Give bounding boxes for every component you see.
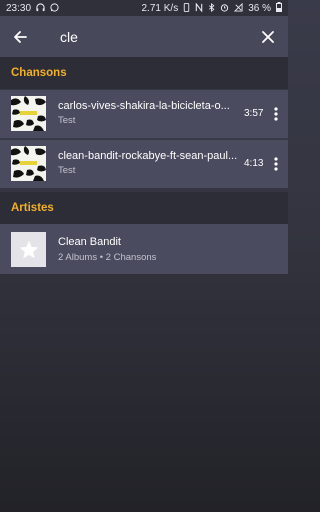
- album-art: [11, 96, 46, 131]
- album-art: [11, 146, 46, 181]
- song-more-button[interactable]: [268, 152, 284, 176]
- song-row[interactable]: clean-bandit-rockabye-ft-sean-paul... Te…: [0, 140, 288, 188]
- song-duration: 3:57: [244, 108, 264, 119]
- artist-name: Clean Bandit: [58, 236, 121, 248]
- song-text: carlos-vives-shakira-la-bicicleta-o... T…: [58, 99, 238, 127]
- song-title: carlos-vives-shakira-la-bicicleta-o...: [58, 100, 230, 112]
- headphones-icon: [36, 2, 45, 14]
- song-title: clean-bandit-rockabye-ft-sean-paul...: [58, 150, 238, 162]
- song-album: Test: [58, 115, 76, 126]
- search-bar: [0, 16, 288, 57]
- status-right: 2.71 K/s 36 %: [141, 1, 282, 14]
- battery-icon: [276, 2, 282, 14]
- clear-search-button[interactable]: [248, 16, 288, 57]
- artist-avatar: [11, 232, 46, 267]
- album-cover-image: [11, 96, 46, 131]
- status-left: 23:30: [6, 3, 59, 14]
- status-speed: 2.71 K/s: [141, 2, 179, 14]
- no-signal-icon: [234, 2, 243, 14]
- song-duration: 4:13: [244, 158, 264, 169]
- song-album: Test: [58, 165, 76, 176]
- songs-section-header: Chansons: [0, 57, 288, 89]
- album-cover-image: [11, 146, 46, 181]
- star-icon: [19, 240, 38, 258]
- more-vertical-icon: [274, 107, 278, 121]
- close-icon: [262, 30, 274, 43]
- status-bar: 23:30 2.71 K/s 36 %: [0, 0, 288, 16]
- arrow-left-icon: [14, 30, 27, 43]
- whatsapp-icon: [50, 2, 59, 14]
- artist-row[interactable]: Clean Bandit 2 Albums • 2 Chansons: [0, 224, 288, 274]
- search-input[interactable]: [40, 21, 248, 52]
- song-text: clean-bandit-rockabye-ft-sean-paul... Te…: [58, 149, 238, 177]
- song-row[interactable]: carlos-vives-shakira-la-bicicleta-o... T…: [0, 90, 288, 138]
- artists-section-header: Artistes: [0, 192, 288, 224]
- row-divider: [0, 138, 288, 139]
- song-more-button[interactable]: [268, 102, 284, 126]
- artist-meta: 2 Albums • 2 Chansons: [58, 252, 157, 263]
- status-battery: 36 %: [248, 2, 271, 14]
- artist-text: Clean Bandit 2 Albums • 2 Chansons: [58, 235, 156, 264]
- nfc-icon: [195, 1, 203, 14]
- vibrate-icon: [183, 2, 190, 14]
- bluetooth-icon: [208, 2, 215, 14]
- back-button[interactable]: [0, 16, 40, 57]
- alarm-icon: [220, 3, 229, 14]
- status-time: 23:30: [6, 2, 32, 14]
- more-vertical-icon: [274, 157, 278, 171]
